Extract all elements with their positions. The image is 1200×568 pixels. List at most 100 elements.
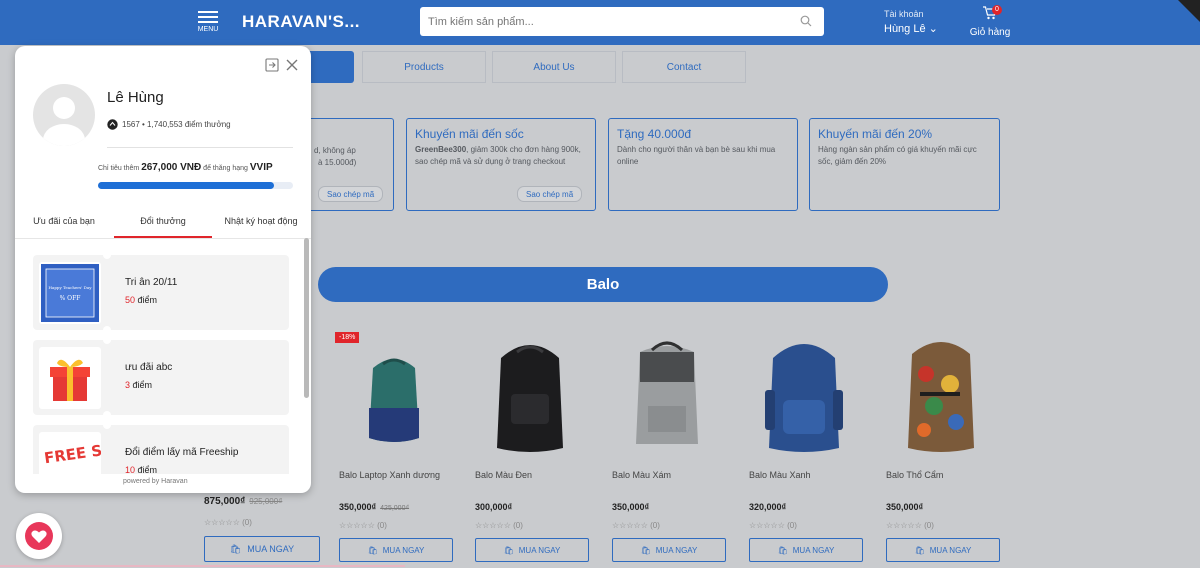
promo-card: Khuyến mãi đến 20% Hàng ngàn sản phẩm có… bbox=[809, 118, 1000, 211]
user-points: 1567 • 1,740,553 điểm thưởng bbox=[107, 119, 231, 130]
reward-thumbnail: Happy Teachers' Day % OFF bbox=[39, 262, 101, 324]
panel-tools bbox=[265, 58, 299, 72]
product-image[interactable] bbox=[475, 330, 585, 460]
promo-card: Tặng 40.000đ Dành cho người thân và bạn … bbox=[608, 118, 798, 211]
product-image[interactable] bbox=[612, 330, 722, 460]
buy-now-button[interactable]: 🛍 MUA NGAY bbox=[612, 538, 726, 562]
close-icon[interactable] bbox=[285, 58, 299, 72]
product-card[interactable]: Balo Màu Xanh 320,000₫ ☆☆☆☆☆ (0) 🛍 MUA NG… bbox=[749, 330, 869, 562]
product-image[interactable]: -18% bbox=[335, 330, 449, 460]
reward-name: Đổi điểm lấy mã Freeship bbox=[125, 447, 239, 458]
product-image[interactable] bbox=[886, 330, 996, 460]
product-price: 320,000₫ bbox=[749, 502, 787, 512]
active-tab-indicator bbox=[114, 236, 212, 238]
tier-progress-bar bbox=[98, 182, 293, 189]
gift-icon bbox=[50, 359, 90, 401]
product-name[interactable]: Balo Màu Xám bbox=[612, 468, 732, 483]
product-name[interactable]: Balo Laptop Xanh dương bbox=[339, 468, 459, 483]
reward-list-scrollbar[interactable] bbox=[304, 238, 309, 398]
tab-activity-log[interactable]: Nhật ký hoạt động bbox=[212, 216, 310, 226]
buy-now-button[interactable]: 🛍 MUA NGAY bbox=[886, 538, 1000, 562]
thumb-text: Happy Teachers' Day bbox=[48, 285, 92, 290]
reward-name: ưu đãi abc bbox=[125, 362, 173, 373]
reward-item[interactable]: ưu đãi abc 3 điểm bbox=[33, 336, 289, 419]
product-name[interactable]: Balo Màu Đen bbox=[475, 468, 595, 483]
buy-now-button[interactable]: 🛍 MUA NGAY bbox=[339, 538, 453, 562]
promo-card-partial: d, không áp à 15.000đ) Sao chép mã bbox=[300, 118, 394, 211]
cart-label: Giỏ hàng bbox=[969, 27, 1011, 38]
search-icon[interactable] bbox=[800, 15, 812, 27]
product-rating: ☆☆☆☆☆ (0) bbox=[612, 521, 660, 530]
search-box bbox=[420, 7, 824, 36]
reward-item[interactable]: Happy Teachers' Day % OFF Tri ân 20/11 50… bbox=[33, 251, 289, 334]
menu-button[interactable]: MENU bbox=[196, 8, 220, 33]
reward-thumbnail bbox=[39, 347, 101, 409]
product-rating: ☆☆☆☆☆ (0) bbox=[886, 521, 934, 530]
tier-target-text: Chỉ tiêu thêm 267,000 VNĐ để thăng hạng … bbox=[98, 162, 273, 173]
nav-about-tab[interactable]: About Us bbox=[492, 51, 616, 83]
product-rating: ☆☆☆☆☆ (0) bbox=[204, 518, 252, 527]
product-name[interactable]: Balo Thổ Cẩm bbox=[886, 468, 1006, 483]
ticket-notch bbox=[103, 336, 111, 344]
product-card[interactable]: Balo Màu Đen 300,000₫ ☆☆☆☆☆ (0) 🛍 MUA NGA… bbox=[475, 330, 595, 562]
copy-code-button[interactable]: Sao chép mã bbox=[318, 186, 384, 202]
ticket-notch bbox=[103, 411, 111, 419]
top-header: MENU HARAVAN'S... Tài khoản Hùng Lê ⌄ 0 … bbox=[0, 0, 1200, 45]
account-menu[interactable]: Tài khoản Hùng Lê ⌄ bbox=[884, 9, 938, 35]
reward-list: Happy Teachers' Day % OFF Tri ân 20/11 50… bbox=[15, 242, 311, 474]
loyalty-panel: Lê Hùng 1567 • 1,740,553 điểm thưởng Chỉ… bbox=[15, 46, 311, 493]
thumb-text: % OFF bbox=[60, 295, 81, 302]
nav-products-tab[interactable]: Products bbox=[362, 51, 486, 83]
product-card[interactable]: Balo Thổ Cẩm 350,000₫ ☆☆☆☆☆ (0) 🛍 MUA NGA… bbox=[886, 330, 1006, 562]
cart-button[interactable]: 0 Giỏ hàng bbox=[968, 5, 1012, 38]
product-price: 300,000₫ bbox=[475, 502, 513, 512]
user-name: Lê Hùng bbox=[107, 89, 164, 106]
product-price: 350,000₫ bbox=[612, 502, 650, 512]
reward-item[interactable]: FREE SHIPPING Đổi điểm lấy mã Freeship 1… bbox=[33, 421, 289, 474]
tab-redeem[interactable]: Đổi thưởng bbox=[114, 216, 212, 226]
bag-icon: 🛍 bbox=[914, 545, 925, 555]
promo-partial-line-1: d, không áp bbox=[314, 146, 356, 155]
ticket-notch bbox=[103, 421, 111, 429]
heart-icon bbox=[25, 522, 53, 550]
buy-now-button[interactable]: 🛍 MUA NGAY bbox=[475, 538, 589, 562]
logout-icon[interactable] bbox=[265, 58, 279, 72]
menu-label: MENU bbox=[197, 26, 219, 33]
ticket-notch bbox=[103, 326, 111, 334]
nav-contact-tab[interactable]: ​Contact bbox=[622, 51, 746, 83]
powered-by-footer: powered by Haravan bbox=[123, 478, 188, 485]
promo-desc: GreenBee300, giảm 300k cho đơn hàng 900k… bbox=[415, 145, 581, 166]
ticket-notch bbox=[103, 251, 111, 259]
tier-progress-fill bbox=[98, 182, 274, 189]
tab-your-offers[interactable]: Ưu đãi của bạn bbox=[15, 216, 113, 226]
promo-desc: Hàng ngàn sản phẩm có giá khuyến mãi cực… bbox=[818, 145, 977, 166]
corner-ribbon bbox=[1178, 0, 1200, 22]
product-price: 350,000₫ 425,000₫ bbox=[339, 502, 410, 512]
promo-title: Khuyến mãi đến sốc bbox=[415, 127, 524, 141]
avatar bbox=[33, 84, 95, 146]
product-card[interactable]: Balo Màu Xám 350,000₫ ☆☆☆☆☆ (0) 🛍 MUA NGA… bbox=[612, 330, 732, 562]
copy-code-button[interactable]: Sao chép mã bbox=[517, 186, 583, 202]
reward-points: 3 điểm bbox=[125, 380, 153, 390]
loyalty-launcher-button[interactable] bbox=[16, 513, 62, 559]
brand-logo[interactable]: HARAVAN'S... bbox=[242, 12, 360, 32]
product-price: 350,000₫ bbox=[886, 502, 924, 512]
buy-now-button[interactable]: 🛍 MUA NGAY bbox=[204, 536, 320, 562]
discount-badge: -18% bbox=[335, 332, 360, 343]
thumb-text: FREE SHIPPING bbox=[43, 432, 101, 467]
promo-desc: Dành cho người thân và bạn bè sau khi mu… bbox=[617, 145, 776, 166]
search-input[interactable] bbox=[420, 7, 780, 36]
product-rating: ☆☆☆☆☆ (0) bbox=[749, 521, 797, 530]
hamburger-icon bbox=[196, 11, 220, 23]
promo-title: Khuyến mãi đến 20% bbox=[818, 127, 933, 141]
promo-title: Tặng 40.000đ bbox=[617, 127, 692, 141]
product-name[interactable]: Balo Màu Xanh bbox=[749, 468, 869, 483]
bottom-accent-line bbox=[0, 565, 405, 567]
promo-partial-line-2: à 15.000đ) bbox=[318, 158, 357, 167]
bag-icon: 🛍 bbox=[777, 545, 788, 555]
promo-card: Khuyến mãi đến sốc GreenBee300, giảm 300… bbox=[406, 118, 596, 211]
product-image[interactable] bbox=[749, 330, 859, 460]
product-card[interactable]: -18% Balo Laptop Xanh dương 350,000₫ 425,… bbox=[335, 330, 459, 562]
reward-points: 50 điểm bbox=[125, 295, 158, 305]
buy-now-button[interactable]: 🛍 MUA NGAY bbox=[749, 538, 863, 562]
